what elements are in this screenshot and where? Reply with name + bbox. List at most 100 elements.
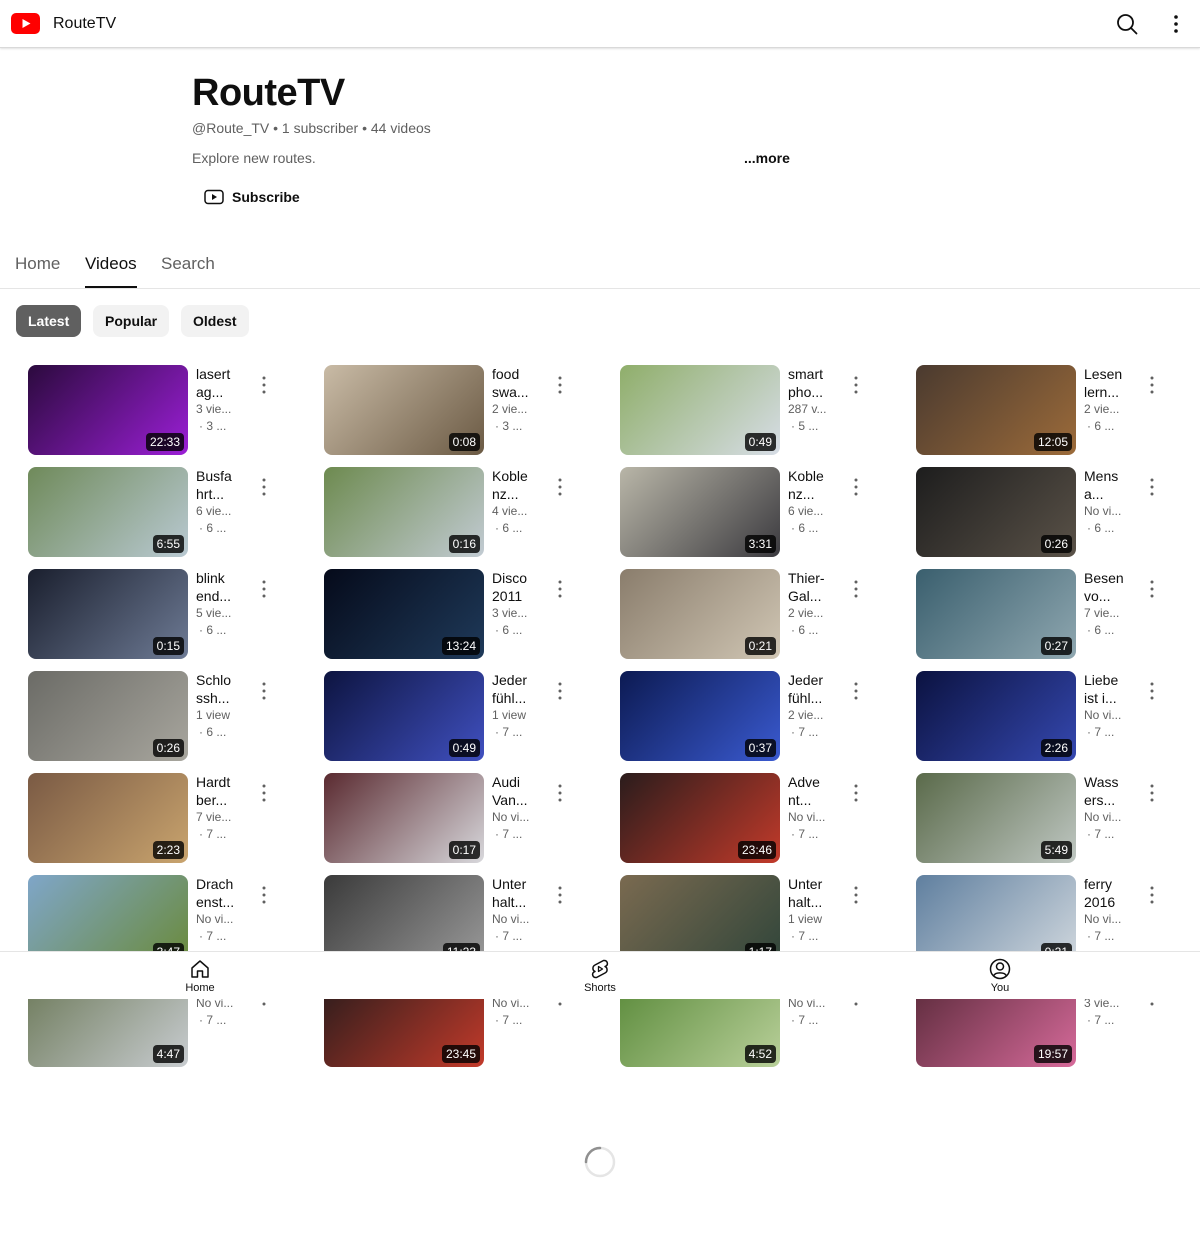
video-more-icon[interactable] bbox=[850, 679, 862, 703]
video-title[interactable]: food swa... bbox=[492, 365, 552, 401]
video-title[interactable]: Busfa hrt... bbox=[196, 467, 256, 503]
video-more-icon[interactable] bbox=[258, 373, 270, 397]
video-thumbnail[interactable]: 22:33 bbox=[28, 365, 188, 455]
video-more-icon[interactable] bbox=[1146, 373, 1158, 397]
app-title[interactable]: RouteTV bbox=[53, 15, 116, 33]
nav-you[interactable]: You bbox=[960, 958, 1040, 994]
nav-home[interactable]: Home bbox=[160, 958, 240, 994]
video-card[interactable]: 0:26 Schlo ssh... 1 view · 6 ... bbox=[28, 671, 308, 761]
tab-search[interactable]: Search bbox=[161, 254, 215, 286]
video-title[interactable]: Liebe ist i... bbox=[1084, 671, 1144, 707]
video-title[interactable]: smart pho... bbox=[788, 365, 848, 401]
chip-oldest[interactable]: Oldest bbox=[181, 305, 249, 337]
video-card[interactable]: 6:55 Busfa hrt... 6 vie... · 6 ... bbox=[28, 467, 308, 557]
video-thumbnail[interactable]: 0:08 bbox=[324, 365, 484, 455]
video-card[interactable]: 0:21 Thier- Gal... 2 vie... · 6 ... bbox=[620, 569, 900, 659]
video-card[interactable]: 12:05 Lesen lern... 2 vie... · 6 ... bbox=[916, 365, 1196, 455]
chip-latest[interactable]: Latest bbox=[16, 305, 82, 337]
video-thumbnail[interactable]: 0:21 bbox=[620, 569, 780, 659]
video-thumbnail[interactable]: 0:26 bbox=[916, 467, 1076, 557]
tab-videos[interactable]: Videos bbox=[85, 254, 137, 288]
video-more-icon[interactable] bbox=[850, 475, 862, 499]
video-more-icon[interactable] bbox=[1146, 577, 1158, 601]
video-card[interactable]: 3:31 Koble nz... 6 vie... · 6 ... bbox=[620, 467, 900, 557]
video-thumbnail[interactable]: 0:17 bbox=[324, 773, 484, 863]
video-card[interactable]: 0:49 smart pho... 287 v... · 5 ... bbox=[620, 365, 900, 455]
video-thumbnail[interactable]: 0:27 bbox=[916, 569, 1076, 659]
video-more-icon[interactable] bbox=[850, 577, 862, 601]
video-thumbnail[interactable]: 12:05 bbox=[916, 365, 1076, 455]
video-thumbnail[interactable]: 0:26 bbox=[28, 671, 188, 761]
video-thumbnail[interactable]: 0:15 bbox=[28, 569, 188, 659]
video-card[interactable]: 22:33 lasert ag... 3 vie... · 3 ... bbox=[28, 365, 308, 455]
channel-description[interactable]: Explore new routes. bbox=[192, 150, 316, 166]
video-title[interactable]: lasert ag... bbox=[196, 365, 256, 401]
more-vert-icon[interactable] bbox=[1166, 13, 1186, 35]
video-card[interactable]: 13:24 Disco 2011 3 vie... · 6 ... bbox=[324, 569, 604, 659]
video-more-icon[interactable] bbox=[258, 679, 270, 703]
video-more-icon[interactable] bbox=[554, 577, 566, 601]
video-more-icon[interactable] bbox=[850, 883, 862, 907]
video-thumbnail[interactable]: 3:31 bbox=[620, 467, 780, 557]
video-card[interactable]: 23:46 Adve nt... No vi... · 7 ... bbox=[620, 773, 900, 863]
description-more-link[interactable]: ...more bbox=[744, 150, 790, 166]
video-title[interactable]: Jeder fühl... bbox=[492, 671, 552, 707]
video-card[interactable]: 2:26 Liebe ist i... No vi... · 7 ... bbox=[916, 671, 1196, 761]
subscribe-button[interactable]: Subscribe bbox=[196, 182, 308, 212]
video-more-icon[interactable] bbox=[850, 781, 862, 805]
video-card[interactable]: 5:49 Wass ers... No vi... · 7 ... bbox=[916, 773, 1196, 863]
video-thumbnail[interactable]: 5:49 bbox=[916, 773, 1076, 863]
video-title[interactable]: Drach enst... bbox=[196, 875, 256, 911]
video-title[interactable]: Unter halt... bbox=[788, 875, 848, 911]
video-card[interactable]: 0:17 Audi Van... No vi... · 7 ... bbox=[324, 773, 604, 863]
video-card[interactable]: 0:49 Jeder fühl... 1 view · 7 ... bbox=[324, 671, 604, 761]
video-thumbnail[interactable]: 0:49 bbox=[324, 671, 484, 761]
search-icon[interactable] bbox=[1116, 13, 1138, 35]
chip-popular[interactable]: Popular bbox=[93, 305, 170, 337]
video-card[interactable]: 0:15 blink end... 5 vie... · 6 ... bbox=[28, 569, 308, 659]
video-thumbnail[interactable]: 0:16 bbox=[324, 467, 484, 557]
video-title[interactable]: Thier- Gal... bbox=[788, 569, 848, 605]
video-thumbnail[interactable]: 2:26 bbox=[916, 671, 1076, 761]
video-card[interactable]: 0:08 food swa... 2 vie... · 3 ... bbox=[324, 365, 604, 455]
video-thumbnail[interactable]: 6:55 bbox=[28, 467, 188, 557]
video-card[interactable]: 0:27 Besen vo... 7 vie... · 6 ... bbox=[916, 569, 1196, 659]
video-title[interactable]: Schlo ssh... bbox=[196, 671, 256, 707]
video-title[interactable]: ferry 2016 bbox=[1084, 875, 1144, 911]
video-more-icon[interactable] bbox=[258, 577, 270, 601]
video-card[interactable]: 2:23 Hardt ber... 7 vie... · 7 ... bbox=[28, 773, 308, 863]
video-thumbnail[interactable]: 23:46 bbox=[620, 773, 780, 863]
video-title[interactable]: Lesen lern... bbox=[1084, 365, 1144, 401]
video-more-icon[interactable] bbox=[258, 883, 270, 907]
video-more-icon[interactable] bbox=[1146, 883, 1158, 907]
video-more-icon[interactable] bbox=[1146, 781, 1158, 805]
video-more-icon[interactable] bbox=[554, 373, 566, 397]
video-more-icon[interactable] bbox=[258, 781, 270, 805]
video-thumbnail[interactable]: 13:24 bbox=[324, 569, 484, 659]
video-more-icon[interactable] bbox=[554, 679, 566, 703]
tab-home[interactable]: Home bbox=[15, 254, 60, 286]
video-title[interactable]: Unter halt... bbox=[492, 875, 552, 911]
video-title[interactable]: Hardt ber... bbox=[196, 773, 256, 809]
youtube-logo-icon[interactable] bbox=[11, 13, 40, 34]
video-title[interactable]: Audi Van... bbox=[492, 773, 552, 809]
video-more-icon[interactable] bbox=[554, 781, 566, 805]
video-title[interactable]: Disco 2011 bbox=[492, 569, 552, 605]
video-more-icon[interactable] bbox=[1146, 679, 1158, 703]
video-title[interactable]: Koble nz... bbox=[492, 467, 552, 503]
video-thumbnail[interactable]: 0:49 bbox=[620, 365, 780, 455]
video-card[interactable]: 0:16 Koble nz... 4 vie... · 6 ... bbox=[324, 467, 604, 557]
video-title[interactable]: Besen vo... bbox=[1084, 569, 1144, 605]
video-more-icon[interactable] bbox=[1146, 475, 1158, 499]
video-title[interactable]: Mens a... bbox=[1084, 467, 1144, 503]
video-thumbnail[interactable]: 2:23 bbox=[28, 773, 188, 863]
video-title[interactable]: Jeder fühl... bbox=[788, 671, 848, 707]
video-more-icon[interactable] bbox=[554, 475, 566, 499]
video-more-icon[interactable] bbox=[554, 883, 566, 907]
video-thumbnail[interactable]: 0:37 bbox=[620, 671, 780, 761]
video-card[interactable]: 0:26 Mens a... No vi... · 6 ... bbox=[916, 467, 1196, 557]
video-more-icon[interactable] bbox=[258, 475, 270, 499]
video-title[interactable]: Koble nz... bbox=[788, 467, 848, 503]
nav-shorts[interactable]: Shorts bbox=[560, 958, 640, 994]
video-title[interactable]: blink end... bbox=[196, 569, 256, 605]
